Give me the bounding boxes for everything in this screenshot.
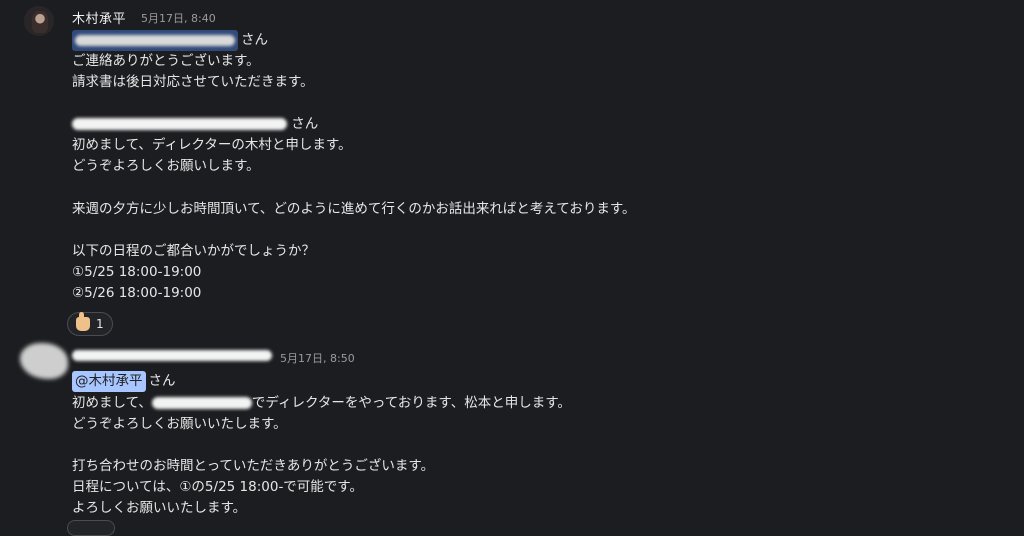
message-line: 来週の夕方に少しお時間頂いて、どのように進めて行くのかお話出来ればと考えておりま… xyxy=(72,201,636,217)
message-line: さん xyxy=(72,114,318,135)
avatar[interactable] xyxy=(24,6,54,36)
author-name[interactable]: 木村承平 xyxy=(72,8,126,27)
message-line: どうぞよろしくお願いします。 xyxy=(72,158,260,174)
message-line: 初めまして、 でディレクターをやっております、松本と申します。 xyxy=(72,395,571,411)
author-name[interactable] xyxy=(72,348,272,363)
message-line: さん xyxy=(72,30,268,51)
reaction-button[interactable]: 1 xyxy=(67,312,113,336)
timestamp: 5月17日, 8:40 xyxy=(141,12,216,25)
redacted-text xyxy=(72,118,287,130)
message-line: 請求書は後日対応させていただきます。 xyxy=(72,74,314,90)
timestamp: 5月17日, 8:50 xyxy=(280,352,355,365)
thumbs-up-icon xyxy=(76,312,90,331)
message-line: 以下の日程のご都合いかがでしょうか？ xyxy=(72,243,315,259)
message-line: どうぞよろしくお願いいたします。 xyxy=(72,416,287,432)
avatar[interactable] xyxy=(20,343,68,379)
message-line: よろしくお願いいたします。 xyxy=(72,500,247,516)
message-line: ②5/26 18:00-19:00 xyxy=(72,285,202,301)
message-line: @木村承平 さん xyxy=(72,371,176,392)
message-line: 日程については、①の5/25 18:00-で可能です。 xyxy=(72,479,363,495)
mention-redacted[interactable] xyxy=(72,30,238,51)
mention-chip[interactable]: @木村承平 xyxy=(72,371,146,392)
message-line: 初めまして、ディレクターの木村と申します。 xyxy=(72,137,352,153)
reaction-count: 1 xyxy=(96,317,104,331)
message-line: 打ち合わせのお時間とっていただきありがとうございます。 xyxy=(72,458,435,474)
redacted-text xyxy=(151,397,252,409)
message-line: ①5/25 18:00-19:00 xyxy=(72,264,202,280)
reaction-button[interactable] xyxy=(67,520,115,536)
message-line: ご連絡ありがとうございます。 xyxy=(72,53,260,69)
